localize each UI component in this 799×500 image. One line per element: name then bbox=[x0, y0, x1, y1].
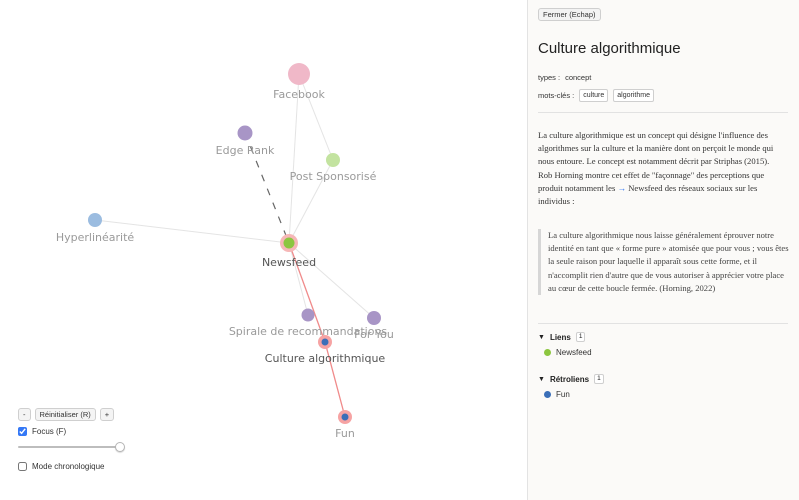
link-label: Newsfeed bbox=[556, 348, 592, 357]
backlinks-count-badge: 1 bbox=[594, 374, 604, 384]
record-types: types : concept bbox=[538, 73, 591, 82]
keyword-tag[interactable]: algorithme bbox=[613, 89, 654, 102]
svg-text:Fun: Fun bbox=[335, 427, 355, 440]
graph-node-edgerank[interactable]: Edge Rank bbox=[216, 125, 275, 158]
newsfeed-link[interactable]: → bbox=[617, 183, 626, 193]
edge-facebook-postsponso bbox=[298, 73, 334, 161]
graph-node-facebook[interactable]: Facebook bbox=[273, 63, 325, 101]
quote-block: La culture algorithmique nous laisse gén… bbox=[538, 229, 790, 296]
graph-edges bbox=[94, 73, 375, 418]
focus-toggle[interactable]: Focus (F) bbox=[18, 427, 66, 436]
slider-track bbox=[18, 446, 118, 448]
record-keywords: mots-clés : culture algorithme bbox=[538, 89, 654, 102]
triangle-down-icon: ▼ bbox=[538, 333, 545, 341]
types-value: concept bbox=[565, 73, 592, 82]
node-dot-icon bbox=[544, 349, 551, 356]
graph-node-newsfeed[interactable]: Newsfeed bbox=[262, 234, 316, 269]
links-title: Liens bbox=[549, 332, 571, 342]
svg-text:Edge Rank: Edge Rank bbox=[216, 144, 275, 157]
divider bbox=[538, 323, 788, 324]
backlink-item-fun[interactable]: Fun bbox=[544, 390, 570, 399]
edge-newsfeed-spirale bbox=[288, 242, 309, 316]
keyword-tag[interactable]: culture bbox=[579, 89, 609, 102]
svg-text:Newsfeed: Newsfeed bbox=[262, 256, 316, 269]
focus-depth-slider[interactable] bbox=[18, 442, 125, 452]
content-paragraph: La culture algorithmique est un concept … bbox=[538, 130, 774, 167]
keywords-label: mots-clés : bbox=[538, 91, 575, 100]
svg-text:Post Sponsorisé: Post Sponsorisé bbox=[290, 170, 377, 183]
chrono-label: Mode chronologique bbox=[32, 462, 105, 471]
types-label: types : bbox=[538, 73, 561, 82]
links-count-badge: 1 bbox=[575, 332, 586, 342]
record-panel: Fermer (Echap) Culture algorithmique typ… bbox=[527, 0, 799, 500]
link-item-newsfeed[interactable]: Newsfeed bbox=[544, 348, 592, 357]
graph-node-hyperlinearite[interactable]: Hyperlinéarité bbox=[56, 213, 135, 244]
zoom-controls: - Réinitialiser (R) + bbox=[18, 408, 115, 421]
svg-text:Facebook: Facebook bbox=[273, 88, 325, 101]
node-dot-icon bbox=[544, 391, 551, 398]
zoom-out-button[interactable]: - bbox=[18, 408, 31, 421]
divider bbox=[538, 112, 788, 113]
triangle-down-icon: ▼ bbox=[538, 375, 545, 383]
graph-view[interactable]: Facebook Edge Rank Post Sponsorisé Hyper… bbox=[0, 0, 527, 500]
graph-node-postsponso[interactable]: Post Sponsorisé bbox=[290, 153, 377, 183]
close-panel-button[interactable]: Fermer (Echap) bbox=[538, 8, 601, 21]
chrono-toggle[interactable]: Mode chronologique bbox=[18, 462, 105, 471]
links-section-toggle[interactable]: ▼ Liens 1 bbox=[538, 332, 586, 342]
content-paragraph: Rob Horning montre cet effet de "façonna… bbox=[538, 169, 790, 209]
slider-thumb[interactable] bbox=[115, 442, 125, 452]
focus-label: Focus (F) bbox=[32, 427, 67, 436]
focus-checkbox[interactable] bbox=[18, 427, 27, 436]
svg-text:Culture algorithmique: Culture algorithmique bbox=[265, 352, 386, 365]
backlinks-title: Rétroliens bbox=[549, 374, 590, 384]
graph-canvas[interactable]: Facebook Edge Rank Post Sponsorisé Hyper… bbox=[0, 0, 527, 500]
svg-text:For You: For You bbox=[354, 328, 394, 341]
edge-newsfeed-foryou bbox=[288, 242, 375, 319]
chrono-checkbox[interactable] bbox=[18, 462, 27, 471]
reset-button[interactable]: Réinitialiser (R) bbox=[34, 408, 96, 421]
svg-text:Hyperlinéarité: Hyperlinéarité bbox=[56, 231, 135, 244]
graph-node-fun[interactable]: Fun bbox=[335, 410, 355, 440]
record-title: Culture algorithmique bbox=[538, 40, 681, 57]
record-content: La culture algorithmique est un concept … bbox=[538, 129, 790, 208]
backlink-label: Fun bbox=[556, 390, 570, 399]
backlinks-section-toggle[interactable]: ▼ Rétroliens 1 bbox=[538, 374, 604, 384]
zoom-in-button[interactable]: + bbox=[99, 408, 115, 421]
graph-controls: - Réinitialiser (R) + Focus (F) Mode chr… bbox=[18, 408, 125, 471]
